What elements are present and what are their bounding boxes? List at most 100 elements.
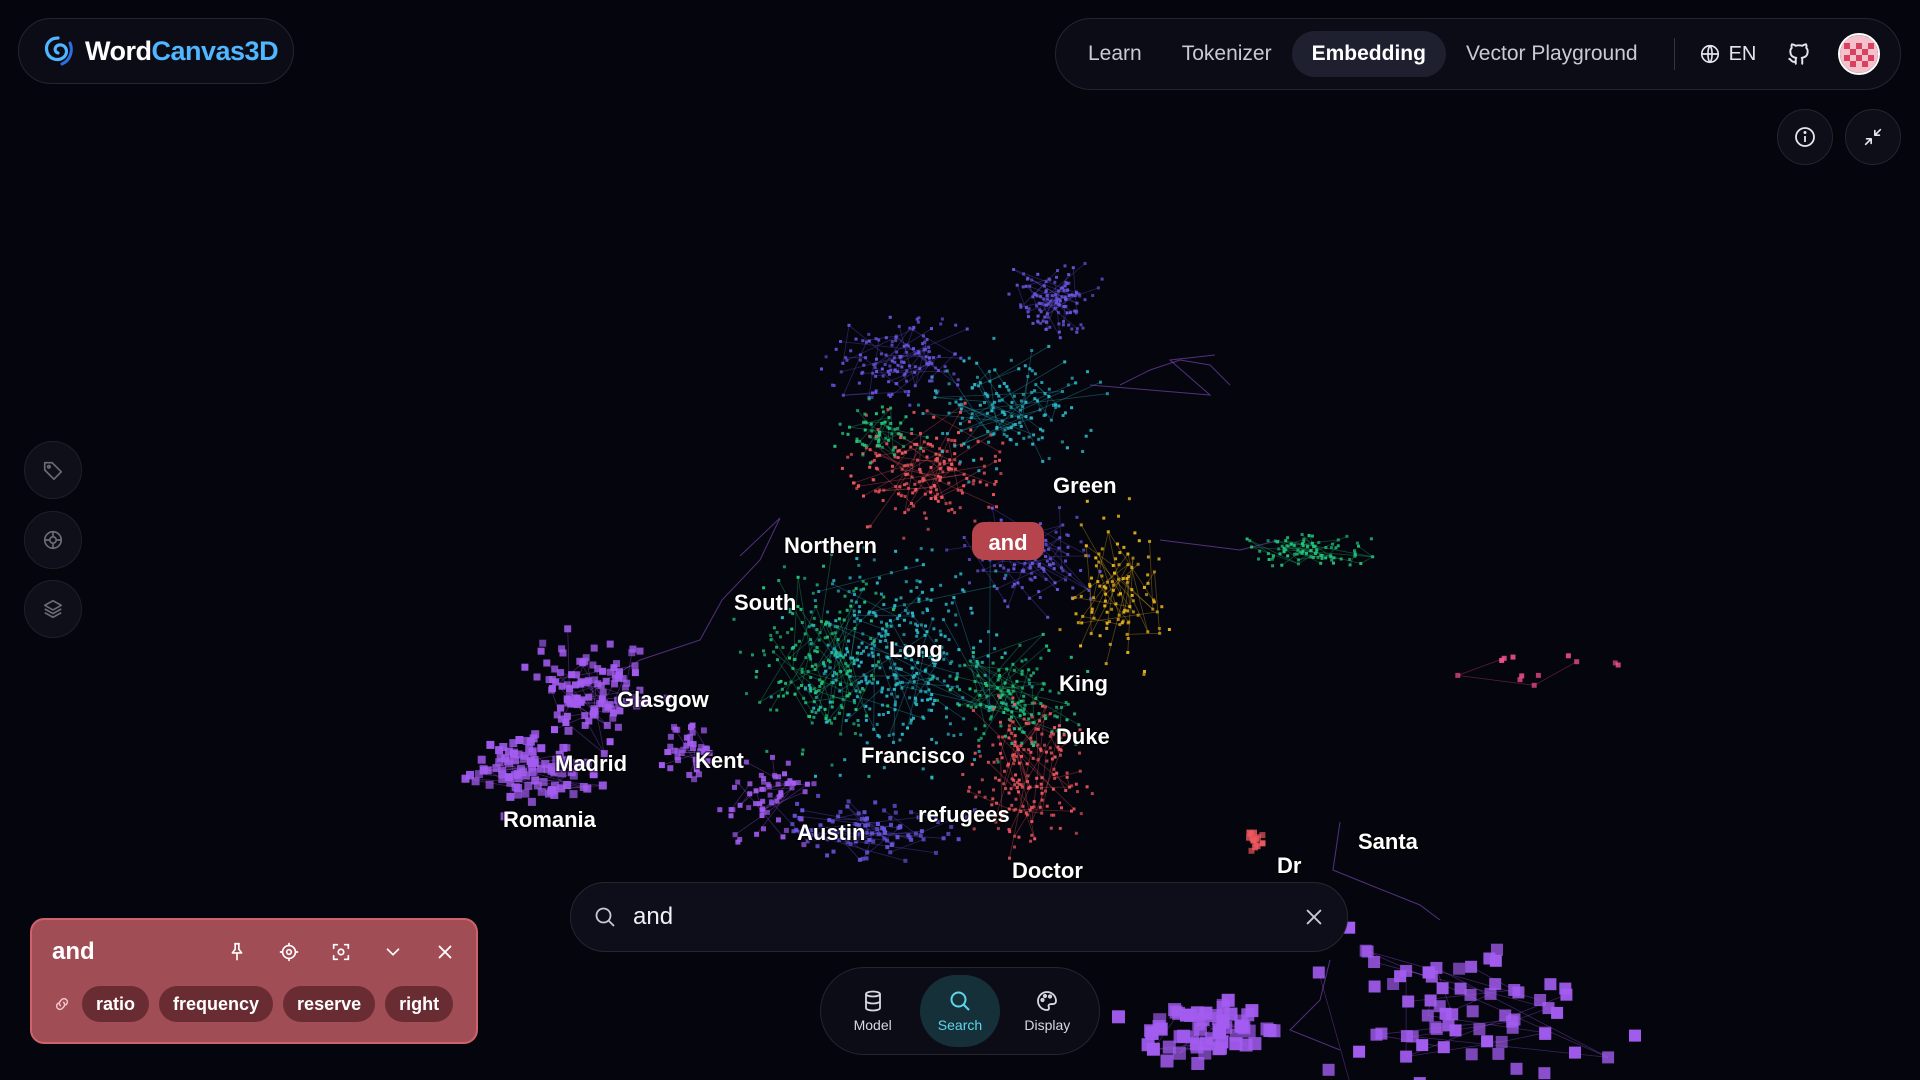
label-green[interactable]: Green — [1052, 472, 1119, 500]
embedding-point — [862, 494, 865, 498]
locate-button[interactable] — [278, 941, 300, 963]
embedding-edge — [988, 762, 1019, 793]
embedding-point — [527, 797, 536, 806]
label-refugees[interactable]: refugees — [917, 801, 1012, 829]
embedding-point — [945, 548, 949, 552]
embedding-edge — [746, 761, 788, 785]
embedding-point — [819, 620, 823, 624]
embedding-point — [1047, 547, 1051, 551]
nav-vector-playground[interactable]: Vector Playground — [1446, 31, 1658, 77]
embedding-point — [864, 356, 868, 360]
label-romania[interactable]: Romania — [502, 806, 599, 834]
embedding-point — [862, 810, 867, 815]
embedding-point — [781, 646, 785, 649]
clear-search-button[interactable] — [1303, 906, 1325, 928]
app-logo[interactable]: WordCanvas3D — [18, 18, 294, 84]
embedding-point — [945, 652, 949, 656]
embedding-point — [1157, 627, 1161, 630]
pin-button[interactable] — [226, 941, 248, 963]
embedding-point — [962, 484, 966, 488]
embedding-point — [858, 358, 862, 362]
expand-card-button[interactable] — [382, 941, 404, 963]
focus-tool-button[interactable] — [24, 511, 82, 569]
embedding-point — [1387, 978, 1400, 990]
related-word-chip[interactable]: ratio — [82, 986, 150, 1022]
display-button[interactable]: Display — [1007, 975, 1087, 1047]
embedding-point — [810, 710, 814, 714]
related-word-chip[interactable]: reserve — [283, 986, 376, 1022]
label-king[interactable]: King — [1058, 670, 1110, 698]
nav-learn[interactable]: Learn — [1068, 31, 1162, 77]
user-avatar[interactable] — [1838, 33, 1881, 75]
label-austin[interactable]: Austin — [796, 819, 867, 847]
embedding-point — [930, 588, 934, 591]
embedding-point — [1022, 272, 1026, 276]
embedding-point — [893, 662, 897, 666]
embedding-point — [958, 506, 962, 510]
embedding-point — [813, 668, 817, 671]
embedding-point — [1090, 607, 1094, 611]
embedding-point — [959, 488, 963, 492]
embedding-point — [872, 640, 876, 644]
nav-tokenizer[interactable]: Tokenizer — [1162, 31, 1292, 77]
highlight-node-and[interactable]: and — [972, 522, 1044, 560]
embedding-point — [1038, 408, 1042, 412]
embedding-point — [1239, 1038, 1253, 1052]
embedding-point — [817, 590, 821, 593]
embedding-point — [948, 674, 952, 678]
embedding-point — [513, 790, 522, 799]
embedding-point — [1040, 381, 1044, 384]
label-dr[interactable]: Dr — [1276, 852, 1304, 880]
search-input[interactable] — [631, 902, 1303, 932]
collapse-button[interactable] — [1845, 109, 1901, 165]
embedding-point — [767, 664, 771, 668]
tag-tool-button[interactable] — [24, 441, 82, 499]
label-duke[interactable]: Duke — [1055, 723, 1112, 751]
embedding-point — [939, 633, 943, 637]
label-santa[interactable]: Santa — [1357, 828, 1421, 856]
related-word-chip[interactable]: frequency — [159, 986, 274, 1022]
embedding-point — [864, 421, 868, 425]
embedding-point — [1030, 740, 1034, 744]
embedding-point — [761, 779, 766, 785]
embedding-point — [962, 536, 966, 539]
info-button[interactable] — [1777, 109, 1833, 165]
embedding-point — [1059, 286, 1063, 290]
embedding-point — [849, 683, 853, 686]
embedding-point — [1058, 536, 1062, 540]
layers-tool-button[interactable] — [24, 580, 82, 638]
label-northern[interactable]: Northern — [783, 532, 879, 560]
label-kent[interactable]: Kent — [694, 747, 747, 775]
embedding-point — [1433, 1000, 1446, 1013]
label-madrid[interactable]: Madrid — [554, 750, 629, 778]
embedding-point — [1309, 549, 1313, 553]
related-word-chip[interactable]: right — [385, 986, 454, 1022]
nav-embedding[interactable]: Embedding — [1291, 31, 1446, 77]
embedding-point — [515, 736, 524, 744]
search-mode-button[interactable]: Search — [919, 975, 1000, 1047]
label-south[interactable]: South — [733, 589, 798, 617]
embedding-point — [818, 705, 822, 709]
focus-button[interactable] — [330, 941, 352, 963]
close-card-button[interactable] — [434, 941, 456, 963]
github-link[interactable] — [1786, 41, 1812, 67]
model-button[interactable]: Model — [833, 975, 913, 1047]
embedding-point — [557, 704, 564, 712]
embedding-point — [1044, 542, 1048, 546]
language-switcher[interactable]: EN — [1689, 43, 1767, 66]
embedding-point — [1030, 571, 1034, 575]
embedding-point — [1293, 552, 1297, 556]
embedding-point — [1076, 621, 1080, 625]
embedding-point — [906, 393, 910, 397]
embedding-point — [1009, 405, 1013, 409]
label-long[interactable]: Long — [888, 636, 945, 664]
embedding-point — [908, 364, 911, 368]
label-glasgow[interactable]: Glasgow — [616, 686, 712, 714]
embedding-point — [1097, 552, 1101, 556]
embedding-point — [1017, 415, 1020, 419]
embedding-point — [817, 708, 821, 712]
embedding-point — [1049, 418, 1053, 422]
label-francisco[interactable]: Francisco — [860, 742, 967, 770]
label-doctor[interactable]: Doctor — [1011, 857, 1085, 885]
embedding-point — [868, 524, 872, 528]
